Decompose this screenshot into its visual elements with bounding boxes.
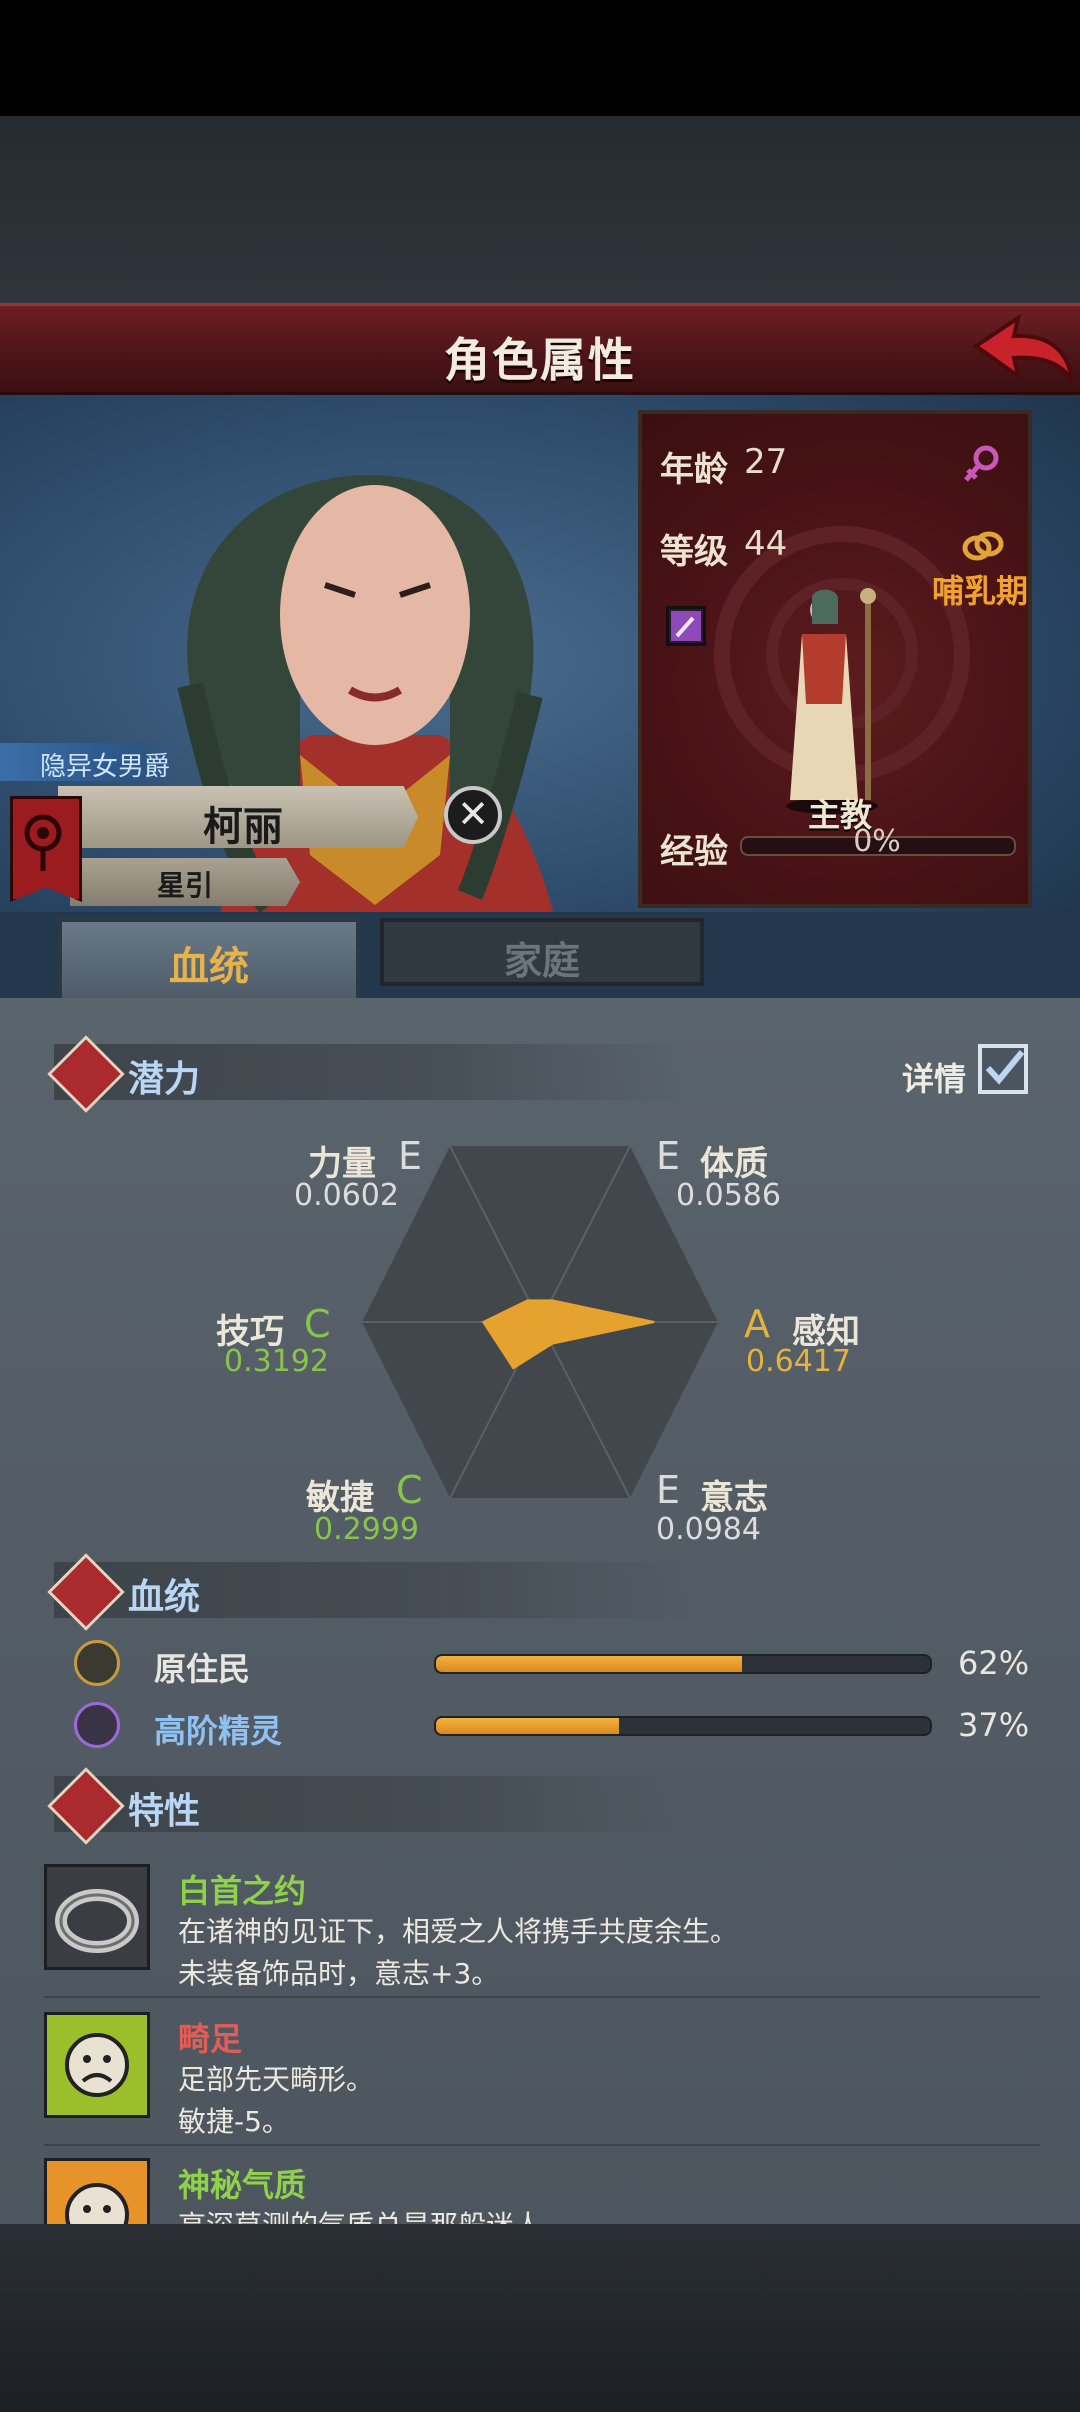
section-lineage-header: 血统 bbox=[47, 1553, 694, 1631]
detail-checkbox[interactable] bbox=[978, 1044, 1028, 1094]
content-panel: 潜力 详情 力量 E 0.0602 E 体质 0.0586 A 感知 0.641… bbox=[0, 998, 1080, 2224]
lineage-name: 原住民 bbox=[154, 1650, 251, 1688]
level-label: 等级 bbox=[660, 532, 728, 572]
exp-value: 0% bbox=[853, 824, 901, 859]
attr-strength-grade: E bbox=[398, 1134, 423, 1178]
lineage-bar-fill bbox=[436, 1656, 743, 1672]
section-potential-title: 潜力 bbox=[128, 1059, 201, 1100]
character-name: 柯丽 bbox=[203, 804, 283, 850]
checkmark-icon bbox=[985, 1050, 1025, 1085]
house-banner[interactable] bbox=[10, 796, 82, 902]
blood-drop-icon bbox=[47, 1553, 125, 1631]
close-icon: ✕ bbox=[457, 792, 489, 836]
attr-perception-value: 0.6417 bbox=[746, 1344, 851, 1379]
tab-family[interactable]: 家庭 bbox=[380, 918, 704, 986]
trait-item[interactable]: 畸足 足部先天畸形。 敏捷-5。 bbox=[44, 2002, 1040, 2146]
attr-will-value: 0.0984 bbox=[656, 1512, 761, 1547]
stats-panel: 年龄 27 等级 44 哺乳期 主教 经验 0% bbox=[638, 410, 1032, 908]
elf-emblem-icon bbox=[74, 1702, 120, 1748]
trait-effect: 敏捷-5。 bbox=[178, 2105, 290, 2138]
lineage-name: 高阶精灵 bbox=[154, 1712, 283, 1750]
age-label: 年龄 bbox=[660, 450, 728, 490]
page-title: 角色属性 bbox=[444, 333, 636, 387]
section-traits-header: 特性 bbox=[47, 1767, 694, 1845]
trait-description: 高深莫测的气质总是那般迷人。 bbox=[178, 2204, 570, 2224]
nameplate[interactable]: 柯丽 bbox=[58, 786, 418, 848]
sun-face-icon bbox=[44, 2158, 150, 2224]
attr-constitution-grade: E bbox=[656, 1134, 681, 1178]
tab-lineage-label: 血统 bbox=[169, 944, 249, 990]
leaf-emblem-icon bbox=[74, 1640, 120, 1686]
lineage-bar bbox=[434, 1654, 932, 1674]
attr-agility-grade: C bbox=[396, 1468, 423, 1512]
lineage-percent: 62% bbox=[958, 1644, 1030, 1682]
trait-description: 足部先天畸形。 bbox=[178, 2063, 375, 2096]
life-stage-label: 哺乳期 bbox=[932, 572, 1029, 610]
flame-icon bbox=[47, 1767, 125, 1845]
trait-name: 神秘气质 bbox=[178, 2166, 307, 2204]
tab-family-label: 家庭 bbox=[503, 939, 580, 983]
potential-icon bbox=[47, 1035, 125, 1113]
section-lineage-title: 血统 bbox=[128, 1577, 201, 1618]
trait-name: 白首之约 bbox=[178, 1872, 307, 1910]
noble-title-tag: 隐异女男爵 bbox=[0, 743, 180, 782]
noble-title-text: 隐异女男爵 bbox=[40, 752, 171, 782]
sad-face-icon bbox=[44, 2012, 150, 2118]
level-value: 44 bbox=[744, 524, 788, 564]
attr-skill-grade: C bbox=[304, 1302, 331, 1346]
character-sub-name: 星引 bbox=[156, 869, 213, 902]
trait-name: 畸足 bbox=[178, 2020, 243, 2058]
dismiss-button[interactable]: ✕ bbox=[444, 786, 502, 844]
header-bar: 角色属性 bbox=[0, 303, 1080, 395]
trait-description: 在诸神的见证下，相爱之人将携手共度余生。 bbox=[178, 1915, 739, 1948]
attr-skill-value: 0.3192 bbox=[224, 1344, 329, 1379]
lineage-percent: 37% bbox=[958, 1706, 1030, 1744]
trait-item[interactable]: 白首之约 在诸神的见证下，相爱之人将携手共度余生。 未装备饰品时，意志+3。 bbox=[44, 1854, 1040, 1998]
lineage-row[interactable]: 高阶精灵 37% bbox=[74, 1702, 1029, 1752]
attr-perception-grade: A bbox=[744, 1302, 770, 1346]
tab-lineage[interactable]: 血统 bbox=[58, 918, 360, 1002]
weapon-slot[interactable] bbox=[666, 606, 706, 646]
background-band bbox=[0, 116, 1080, 306]
bottom-area bbox=[0, 2224, 1080, 2412]
exp-label: 经验 bbox=[660, 832, 728, 872]
status-bar bbox=[0, 0, 1080, 116]
age-value: 27 bbox=[744, 442, 788, 482]
attr-will-grade: E bbox=[656, 1468, 681, 1512]
wedding-ring-icon bbox=[962, 531, 1004, 561]
staff-icon bbox=[671, 611, 701, 641]
attr-strength-value: 0.0602 bbox=[294, 1178, 399, 1213]
ring-icon bbox=[44, 1864, 150, 1970]
lineage-row[interactable]: 原住民 62% bbox=[74, 1640, 1029, 1690]
attr-constitution-value: 0.0586 bbox=[676, 1178, 781, 1213]
back-button[interactable] bbox=[968, 310, 1078, 390]
section-potential-header: 潜力 bbox=[47, 1035, 694, 1113]
eye-sigil-icon bbox=[24, 814, 62, 871]
detail-label: 详情 bbox=[902, 1060, 967, 1098]
bishop-figure bbox=[786, 588, 878, 814]
female-symbol-icon bbox=[964, 445, 999, 482]
attr-agility-value: 0.2999 bbox=[314, 1512, 419, 1547]
trait-item[interactable]: 神秘气质 高深莫测的气质总是那般迷人。 bbox=[44, 2148, 1040, 2224]
lineage-bar bbox=[434, 1716, 932, 1736]
lineage-bar-fill bbox=[436, 1718, 619, 1734]
section-traits-title: 特性 bbox=[128, 1791, 201, 1832]
sub-nameplate: 星引 bbox=[70, 858, 300, 906]
back-arrow-icon bbox=[972, 313, 1074, 382]
trait-effect: 未装备饰品时，意志+3。 bbox=[178, 1957, 500, 1990]
